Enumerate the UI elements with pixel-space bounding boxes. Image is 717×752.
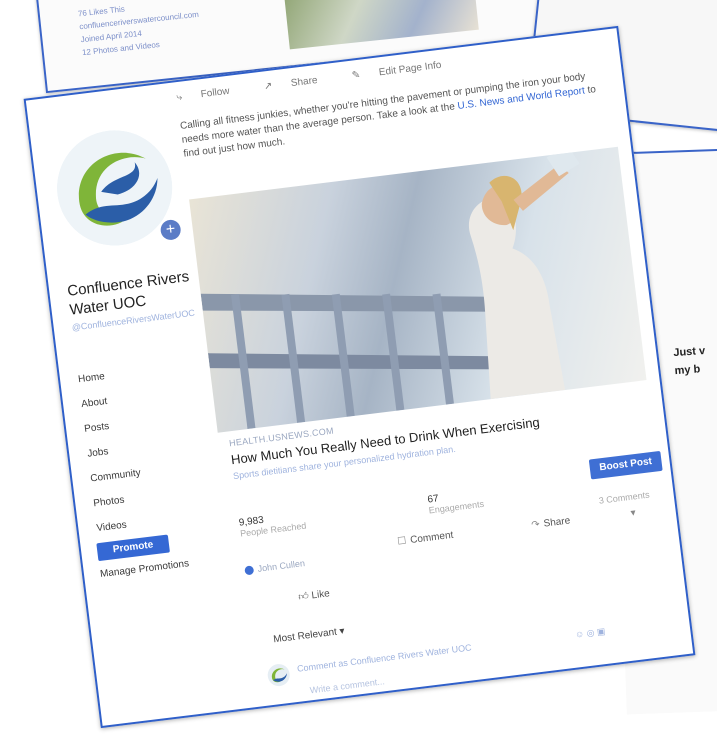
follow-button[interactable]: ⤷ Follow (176, 84, 246, 103)
edit-page-info-button[interactable]: ✎ Edit Page Info (351, 58, 458, 82)
comment-icon: ☐ (396, 535, 407, 548)
post-link-image[interactable] (189, 146, 647, 433)
comment-input-icons[interactable]: ☺ ◎ ▣ (574, 626, 606, 641)
share-post-button[interactable]: ↷ Share (531, 515, 571, 531)
facebook-page-printout: + Confluence Rivers Water UOC @Confluenc… (23, 25, 696, 729)
share-icon: ↗ (263, 80, 276, 93)
organization-logo (50, 123, 179, 253)
post-author[interactable]: John Cullen (244, 558, 306, 576)
manage-promotions-link[interactable]: Manage Promotions (99, 558, 189, 580)
chevron-down-icon: ▾ (336, 625, 346, 638)
post-as-menu-button[interactable]: ▾ (630, 507, 640, 519)
side-text-line-2: my b (674, 363, 701, 378)
edit-icon: ✎ (351, 69, 364, 82)
comment-input[interactable]: Write a comment... (309, 676, 385, 695)
like-label: Like (310, 588, 331, 602)
comment-button[interactable]: ☐ Comment (397, 530, 454, 548)
share-page-button[interactable]: ↗ Share (263, 73, 334, 92)
comments-count[interactable]: 3 Comments (598, 490, 650, 506)
post-text: Calling all fitness junkies, whether you… (179, 69, 601, 162)
share-page-label: Share (290, 74, 319, 90)
comment-label: Comment (409, 529, 454, 546)
dropdown-icon: ▾ (629, 507, 637, 519)
follow-label: Follow (200, 85, 231, 101)
engagements-stat: 67 Engagements (427, 488, 485, 515)
photographed-printout: 76 Likes This confluenceriverswatercounc… (0, 0, 717, 752)
boost-post-button[interactable]: Boost Post (588, 450, 663, 480)
people-reached-stat: 9,983 People Reached (238, 510, 307, 539)
side-text-line-1: Just v (672, 344, 706, 360)
commenter-avatar (266, 662, 291, 688)
edit-page-info-label: Edit Page Info (378, 59, 443, 79)
comment-sort-dropdown[interactable]: Most Relevant ▾ (273, 626, 346, 646)
page-nav: Home About Posts Jobs Community Photos V… (78, 368, 150, 548)
comment-as-label[interactable]: Comment as Confluence Rivers Water UOC (296, 642, 472, 673)
author-name: John Cullen (257, 558, 306, 574)
follow-icon: ⤷ (175, 91, 186, 104)
page-content: ⤷ Follow ↗ Share ✎ Edit Page Info Callin… (175, 29, 688, 708)
share-post-label: Share (543, 515, 571, 530)
comment-sort-label: Most Relevant (272, 626, 338, 646)
side-document-text: Just v my b (673, 342, 707, 380)
background-photo (282, 0, 479, 50)
background-page-stats: 76 Likes This confluenceriverswatercounc… (77, 0, 202, 59)
author-avatar (244, 565, 255, 576)
like-button[interactable]: 👍︎ Like (298, 587, 331, 603)
add-photo-plus-icon[interactable]: + (159, 218, 182, 242)
share-arrow-icon: ↷ (530, 519, 541, 532)
post-text-lead: Calling all fitness junkies, whether you… (179, 71, 587, 146)
